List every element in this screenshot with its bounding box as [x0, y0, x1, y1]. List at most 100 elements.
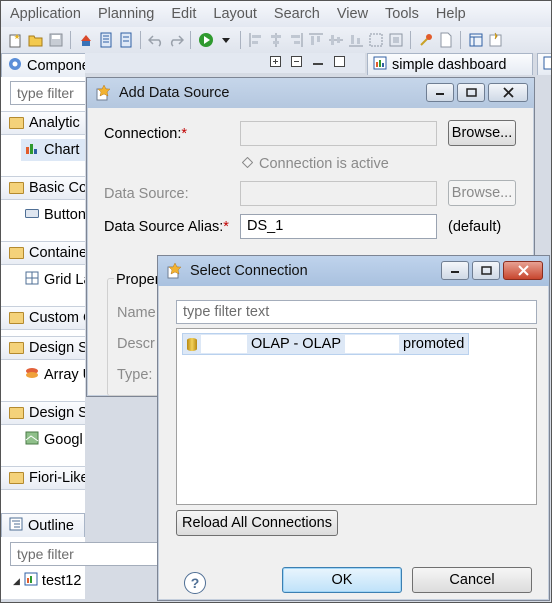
ok-button[interactable]: OK: [282, 567, 402, 593]
align-left-icon[interactable]: [247, 32, 264, 49]
minimize-button[interactable]: [426, 83, 454, 102]
browse-connection-button[interactable]: Browse...: [448, 120, 516, 146]
tab-outline-label: Outline: [28, 517, 74, 534]
category-basic-components[interactable]: Basic Co: [1, 176, 85, 200]
titlebar: Add Data Source: [87, 78, 534, 108]
list-icon[interactable]: [117, 32, 134, 49]
category-containers[interactable]: Containe: [1, 241, 85, 265]
menu-layout[interactable]: Layout: [204, 6, 265, 22]
tab-components-label: Components: [27, 57, 85, 74]
menu-edit[interactable]: Edit: [162, 6, 204, 22]
tree-item-label: test12: [41, 573, 82, 589]
item-label: Googl: [44, 432, 83, 448]
save-icon[interactable]: [47, 32, 64, 49]
dashboard-icon: [373, 56, 387, 74]
list-item-array[interactable]: Array U: [25, 364, 85, 386]
page-icon[interactable]: [437, 32, 454, 49]
redacted-text: [201, 335, 247, 353]
pin-icon[interactable]: [417, 32, 434, 49]
maximize-button[interactable]: [472, 261, 500, 280]
new-icon[interactable]: [7, 32, 24, 49]
property-description-label: Descr: [117, 336, 155, 352]
align-bottom-icon[interactable]: [347, 32, 364, 49]
align-top-icon[interactable]: [307, 32, 324, 49]
menu-application[interactable]: Application: [1, 6, 89, 22]
redo-icon[interactable]: [167, 32, 184, 49]
layout-icon[interactable]: [467, 32, 484, 49]
category-label: Basic Co: [29, 180, 85, 196]
connection-name-part: OLAP - OLAP: [251, 336, 341, 352]
collapse-all-icon[interactable]: [291, 56, 302, 70]
align-middle-icon[interactable]: [327, 32, 344, 49]
category-design-studio-1[interactable]: Design S: [1, 336, 85, 360]
maximize-button[interactable]: [457, 83, 485, 102]
list-item-google[interactable]: Googl: [25, 429, 83, 451]
category-analytic[interactable]: Analytic: [1, 111, 85, 135]
property-type-label: Type:: [117, 367, 153, 383]
close-button[interactable]: [488, 83, 528, 102]
dialog-title: Add Data Source: [119, 85, 230, 101]
expand-arrow-icon[interactable]: ◢: [13, 576, 20, 587]
components-filter-input[interactable]: type filter: [10, 81, 85, 105]
script-icon[interactable]: [487, 32, 504, 49]
connection-filter-input[interactable]: type filter text: [176, 300, 537, 324]
tab-outline[interactable]: Outline: [1, 513, 85, 537]
category-design-studio-2[interactable]: Design S: [1, 401, 85, 425]
menu-view[interactable]: View: [328, 6, 376, 22]
open-icon[interactable]: [27, 32, 44, 49]
folder-icon: [9, 312, 24, 324]
minimize-button[interactable]: [441, 261, 469, 280]
alias-input[interactable]: DS_1: [240, 214, 437, 239]
folder-icon: [9, 407, 24, 419]
item-label: Chart: [44, 142, 80, 158]
tab-label: simple dashboard: [392, 56, 507, 73]
reload-all-connections-button[interactable]: Reload All Connections: [176, 510, 338, 536]
category-fiori-like[interactable]: Fiori-Like: [1, 466, 85, 490]
browse-data-source-button: Browse...: [448, 180, 516, 206]
property-name-label: Name: [117, 305, 156, 321]
cancel-button[interactable]: Cancel: [412, 567, 532, 593]
folder-icon: [9, 342, 24, 354]
list-item-chart[interactable]: Chart: [21, 139, 85, 161]
components-view-controls: [270, 56, 345, 70]
category-custom[interactable]: Custom C: [1, 306, 85, 330]
grid-icon[interactable]: [97, 32, 114, 49]
minimize-view-icon[interactable]: [312, 56, 324, 70]
dashboard-icon: [24, 572, 38, 590]
tree-item[interactable]: ◢ test12: [13, 572, 81, 590]
list-item-button[interactable]: Button: [25, 204, 85, 226]
menu-planning[interactable]: Planning: [89, 6, 162, 22]
alias-default-note: (default): [448, 219, 502, 235]
help-icon[interactable]: ?: [184, 572, 206, 594]
expand-all-icon[interactable]: [270, 56, 281, 70]
select-connection-dialog: Select Connection type filter text OLAP …: [157, 255, 550, 601]
list-item-grid-layout[interactable]: Grid La: [25, 269, 85, 291]
tab-simple-dashboard[interactable]: simple dashboard: [367, 53, 533, 75]
connection-label: Connection:*: [104, 126, 188, 142]
run-icon[interactable]: [197, 32, 214, 49]
menu-tools[interactable]: Tools: [376, 6, 427, 22]
align-right-icon[interactable]: [287, 32, 304, 49]
dropdown-icon[interactable]: [217, 32, 234, 49]
undo-icon[interactable]: [147, 32, 164, 49]
align-center-icon[interactable]: [267, 32, 284, 49]
data-source-label: Data Source:: [104, 186, 189, 202]
item-label: Button: [44, 207, 85, 223]
list-item-connection[interactable]: OLAP - OLAP promoted: [182, 333, 470, 355]
deploy-icon[interactable]: [77, 32, 94, 49]
menu-search[interactable]: Search: [265, 6, 328, 22]
components-icon: [8, 57, 22, 75]
category-label: Design S: [29, 405, 85, 421]
app-icon: [166, 262, 184, 280]
close-button[interactable]: [503, 261, 543, 280]
database-icon: [187, 337, 197, 351]
fit-icon[interactable]: [387, 32, 404, 49]
maximize-view-icon[interactable]: [334, 56, 345, 70]
tab-components[interactable]: Components ✕: [1, 53, 85, 77]
array-icon: [25, 366, 39, 384]
tab-overflow[interactable]: [537, 53, 552, 75]
resize-icon[interactable]: [367, 32, 384, 49]
menu-help[interactable]: Help: [427, 6, 474, 22]
outline-filter-input[interactable]: type filter: [10, 542, 170, 566]
outline-panel: type filter ◢ test12: [1, 537, 170, 599]
